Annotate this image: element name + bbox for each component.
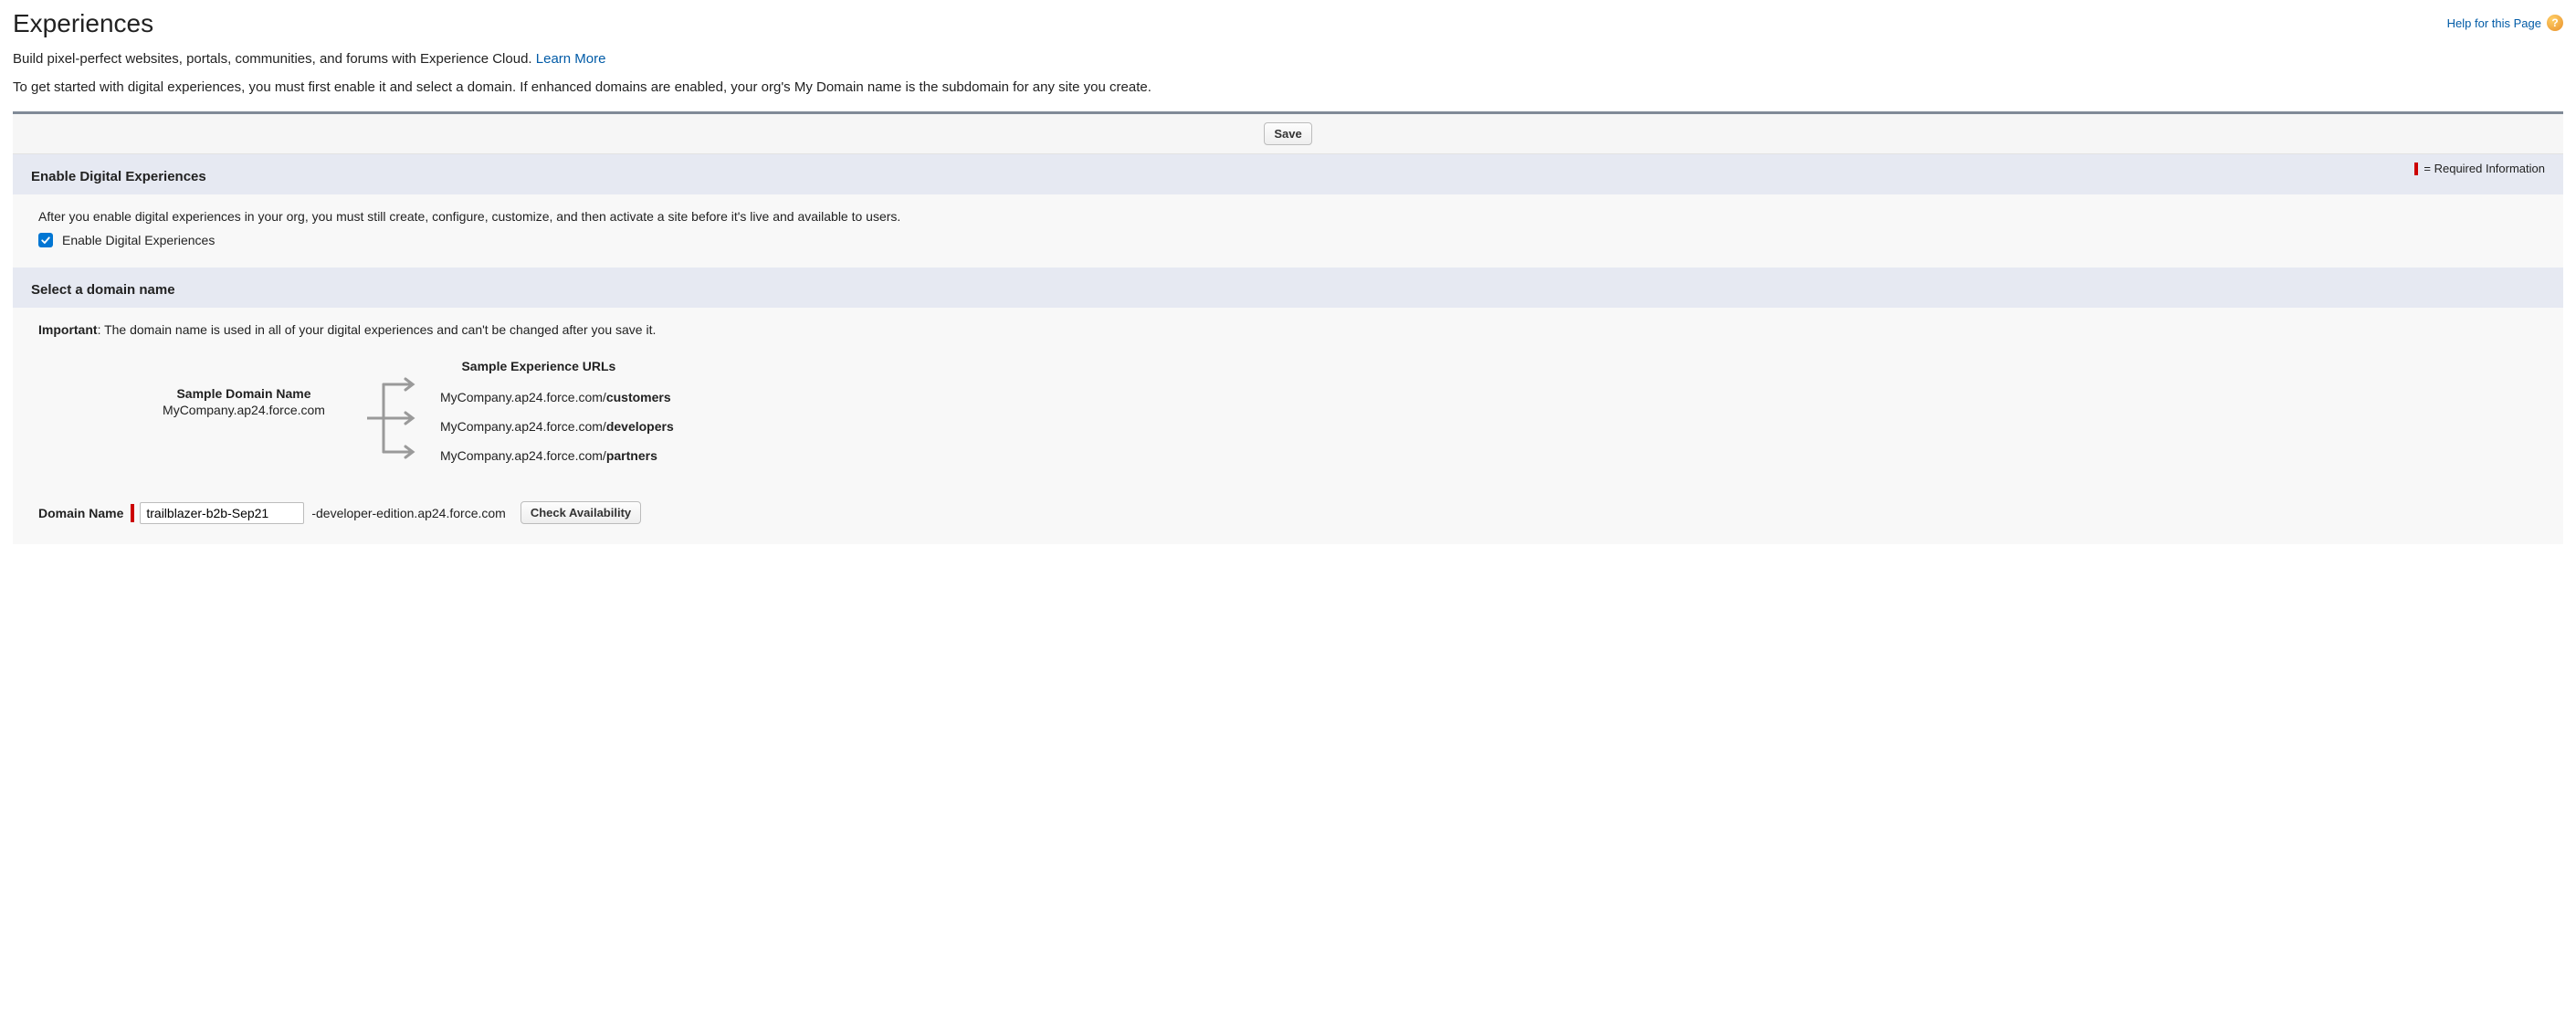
required-info-legend: = Required Information	[2414, 162, 2545, 175]
section-body-enable: After you enable digital experiences in …	[13, 194, 2563, 268]
section-body-domain: Important: The domain name is used in al…	[13, 308, 2563, 544]
learn-more-link[interactable]: Learn More	[536, 51, 606, 67]
toolbar: Save	[13, 114, 2563, 154]
sample-url-suffix: customers	[606, 390, 671, 404]
section-header-domain: Select a domain name	[13, 268, 2563, 308]
checkmark-icon	[40, 235, 51, 246]
sample-url-row: MyCompany.ap24.force.com/developers	[440, 419, 674, 434]
sample-url-prefix: MyCompany.ap24.force.com/	[440, 390, 606, 404]
sample-url-suffix: developers	[606, 419, 674, 434]
sample-domain-column: Sample Domain Name MyCompany.ap24.force.…	[139, 359, 349, 417]
sample-urls-title: Sample Experience URLs	[404, 359, 674, 373]
domain-important-row: Important: The domain name is used in al…	[38, 322, 2538, 337]
important-label: Important	[38, 322, 98, 337]
sample-url-suffix: partners	[606, 448, 657, 463]
branch-arrows-icon	[367, 359, 422, 478]
required-bar-icon	[131, 504, 134, 522]
domain-name-input[interactable]	[140, 502, 304, 524]
help-link-text: Help for this Page	[2447, 16, 2541, 30]
sample-urls-column: Sample Experience URLs MyCompany.ap24.fo…	[440, 359, 674, 470]
important-text: : The domain name is used in all of your…	[98, 322, 657, 337]
page-title: Experiences	[13, 9, 153, 38]
help-for-page-link[interactable]: Help for this Page ?	[2447, 15, 2563, 31]
sample-url-prefix: MyCompany.ap24.force.com/	[440, 419, 606, 434]
section-title-domain: Select a domain name	[31, 275, 175, 298]
section-title-enable: Enable Digital Experiences	[31, 162, 206, 184]
required-bar-icon	[2414, 163, 2418, 175]
settings-panel: Save Enable Digital Experiences = Requir…	[13, 111, 2563, 544]
intro-text: Build pixel-perfect websites, portals, c…	[13, 51, 2563, 67]
sample-url-prefix: MyCompany.ap24.force.com/	[440, 448, 606, 463]
sample-block: Sample Domain Name MyCompany.ap24.force.…	[38, 359, 2538, 478]
domain-name-row: Domain Name -developer-edition.ap24.forc…	[38, 501, 2538, 524]
sample-domain-title: Sample Domain Name	[139, 386, 349, 401]
section-header-enable: Enable Digital Experiences = Required In…	[13, 154, 2563, 194]
enable-checkbox[interactable]	[38, 233, 53, 247]
check-availability-button[interactable]: Check Availability	[520, 501, 641, 524]
description-text: To get started with digital experiences,…	[13, 79, 2563, 95]
domain-name-label: Domain Name	[38, 506, 123, 520]
intro-text-span: Build pixel-perfect websites, portals, c…	[13, 51, 536, 67]
required-info-text: = Required Information	[2424, 162, 2545, 175]
enable-checkbox-label: Enable Digital Experiences	[62, 233, 215, 247]
domain-suffix-text: -developer-edition.ap24.force.com	[311, 506, 505, 520]
sample-url-row: MyCompany.ap24.force.com/customers	[440, 390, 674, 404]
enable-info-text: After you enable digital experiences in …	[38, 209, 2538, 224]
save-button[interactable]: Save	[1264, 122, 1311, 145]
sample-url-row: MyCompany.ap24.force.com/partners	[440, 448, 674, 463]
sample-domain-value: MyCompany.ap24.force.com	[139, 403, 349, 417]
help-icon: ?	[2547, 15, 2563, 31]
